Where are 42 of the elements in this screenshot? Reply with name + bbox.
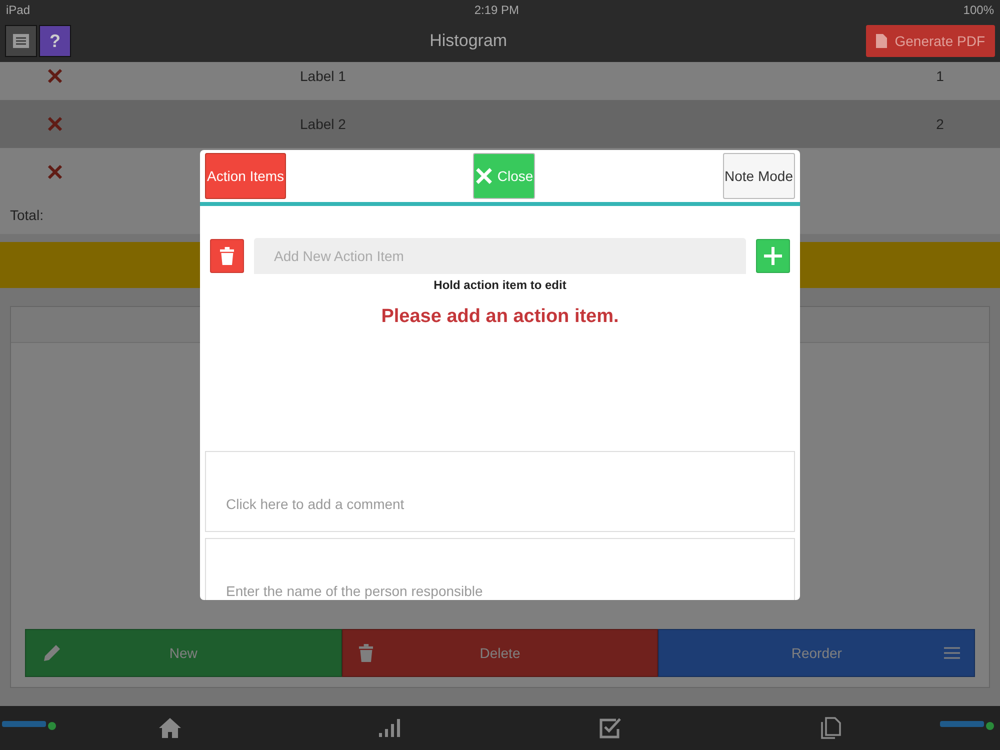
chart-tab[interactable] xyxy=(379,719,401,737)
signal-bars-icon xyxy=(379,719,401,737)
pencil-icon xyxy=(42,643,62,663)
row-label: Label 2 xyxy=(300,116,346,132)
home-icon xyxy=(159,718,181,738)
mode-tab[interactable]: Note Mode xyxy=(722,153,795,199)
delete-button[interactable] xyxy=(210,239,244,273)
documents-icon xyxy=(821,717,841,739)
checkbox-icon xyxy=(599,717,623,739)
comment-field[interactable]: Click here to add a comment xyxy=(205,451,795,532)
generate-pdf-button[interactable]: Generate PDF xyxy=(866,25,995,57)
empty-message: Please add an action item. xyxy=(380,306,620,328)
document-tab[interactable] xyxy=(821,717,841,739)
home-tab[interactable] xyxy=(159,718,181,738)
list-button[interactable] xyxy=(5,25,37,57)
device-name: iPad xyxy=(6,3,30,17)
add-button[interactable] xyxy=(756,239,790,273)
row-value: 2 xyxy=(936,116,944,132)
help-button[interactable]: ? xyxy=(39,25,71,57)
reorder-button[interactable]: Reorder xyxy=(658,629,976,677)
trash-icon xyxy=(358,644,374,662)
page-title: Histogram xyxy=(428,31,508,51)
row-value: 1 xyxy=(936,68,944,84)
mode-tab[interactable]: Action Items xyxy=(205,153,286,199)
new-button[interactable]: New xyxy=(25,629,342,677)
delete-button[interactable]: Delete xyxy=(342,629,658,677)
edit-hint: Hold action item to edit xyxy=(432,278,568,292)
row-label: Label 1 xyxy=(300,68,346,84)
new-item-field[interactable]: Add New Action Item xyxy=(254,238,746,274)
checklist-tab[interactable] xyxy=(599,717,623,739)
document-icon xyxy=(876,34,887,48)
total-label: Total: xyxy=(10,207,44,223)
delete-x-icon[interactable] xyxy=(47,68,63,84)
battery-level: 100% xyxy=(963,3,994,17)
list-icon xyxy=(13,34,29,48)
menu-icon xyxy=(944,647,960,659)
clock-time: 2:19 PM xyxy=(474,3,520,17)
delete-x-icon[interactable] xyxy=(47,164,63,180)
close-button[interactable]: Close xyxy=(473,153,536,199)
person-field[interactable]: Enter the name of the person responsible xyxy=(205,538,795,600)
plus-icon xyxy=(764,247,782,265)
trash-icon xyxy=(220,247,234,265)
